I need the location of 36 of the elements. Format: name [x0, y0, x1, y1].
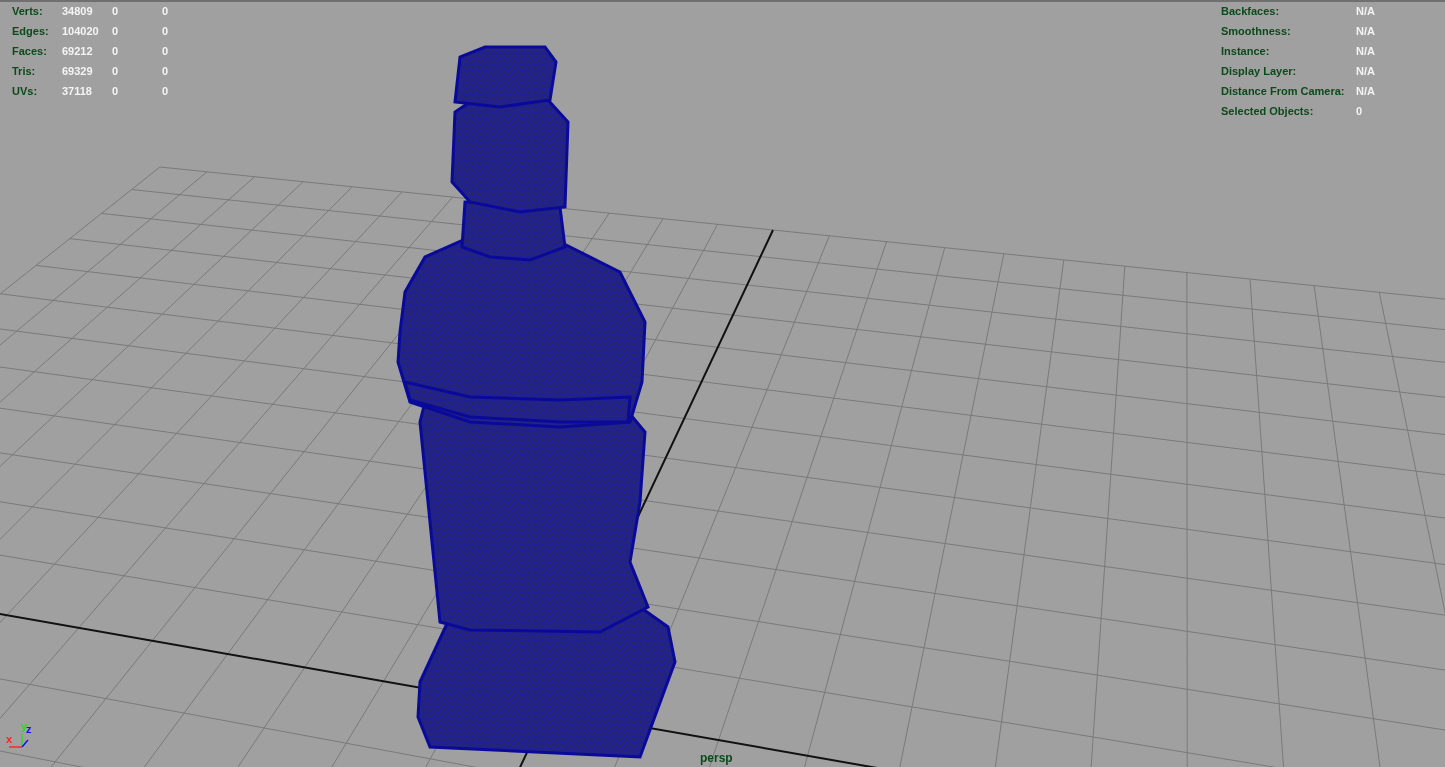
- info-value: N/A: [1356, 85, 1375, 97]
- axis-label: x: [6, 734, 13, 745]
- stat-value: 0: [162, 85, 169, 97]
- stat-value: 104020: [62, 25, 99, 37]
- info-label: Backfaces:: [1221, 5, 1280, 17]
- stat-label: Edges:: [12, 25, 49, 37]
- stat-value: 69329: [62, 65, 93, 77]
- stat-label: UVs:: [12, 85, 38, 97]
- info-label: Smoothness:: [1221, 25, 1291, 37]
- axis-label: z: [26, 724, 32, 735]
- stat-value: 0: [112, 25, 119, 37]
- stat-value: 0: [112, 85, 119, 97]
- stat-value: 0: [112, 65, 119, 77]
- info-label: Display Layer:: [1221, 65, 1297, 77]
- axis-label: y: [21, 721, 28, 732]
- info-value: N/A: [1356, 45, 1375, 57]
- stat-value: 34809: [62, 5, 93, 17]
- stat-value: 0: [162, 65, 169, 77]
- stat-value: 0: [162, 25, 169, 37]
- stat-label: Verts:: [12, 5, 43, 17]
- info-value: N/A: [1356, 25, 1375, 37]
- stat-value: 37118: [62, 85, 92, 97]
- stat-value: 0: [112, 5, 119, 17]
- stat-value: 69212: [62, 45, 93, 57]
- info-label: Instance:: [1221, 45, 1270, 57]
- stat-value: 0: [162, 45, 169, 57]
- stat-value: 0: [112, 45, 119, 57]
- info-label: Distance From Camera:: [1221, 85, 1345, 97]
- stat-label: Tris:: [12, 65, 36, 77]
- info-label: Selected Objects:: [1221, 105, 1314, 117]
- info-value: 0: [1356, 105, 1363, 117]
- stat-label: Faces:: [12, 45, 47, 57]
- info-value: N/A: [1356, 5, 1375, 17]
- camera-label: persp: [700, 752, 733, 764]
- stat-value: 0: [162, 5, 169, 17]
- info-value: N/A: [1356, 65, 1375, 77]
